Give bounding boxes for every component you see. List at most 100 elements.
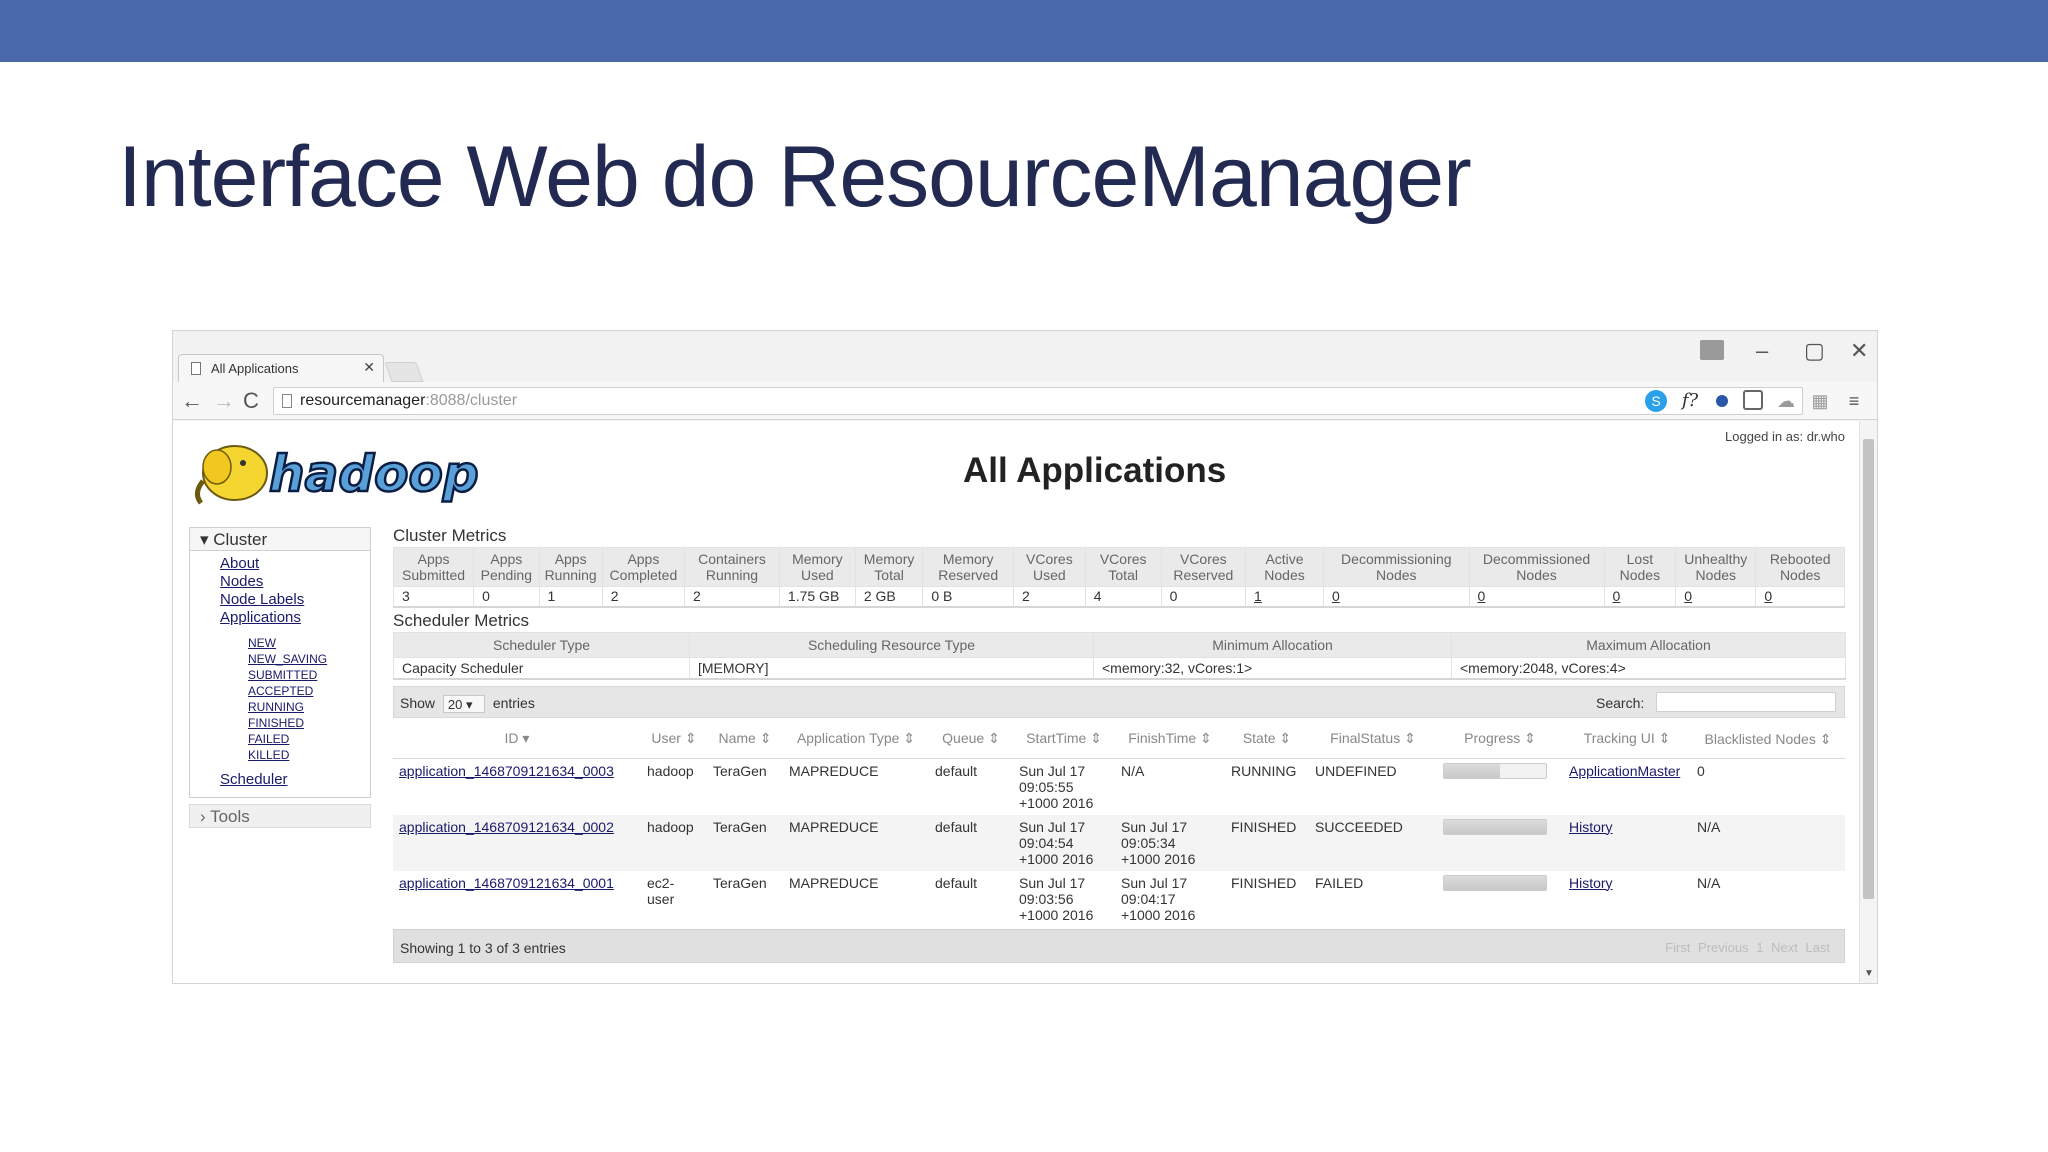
sidebar-link-about[interactable]: About <box>190 555 370 573</box>
column-header[interactable]: Progress ⇕ <box>1437 720 1563 759</box>
progress-bar <box>1443 762 1547 779</box>
column-header[interactable]: FinalStatus ⇕ <box>1309 720 1437 759</box>
sidebar-link-nodes[interactable]: Nodes <box>190 573 370 591</box>
sidebar-cluster-menu: About Nodes Node Labels Applications NEW… <box>189 551 371 798</box>
box-icon[interactable] <box>1743 390 1763 410</box>
reload-icon[interactable]: C <box>243 388 259 414</box>
metric-value: 4 <box>1084 586 1162 608</box>
entries-length-control: Show 20 ▾ entries <box>400 695 535 714</box>
sort-icon: ⇕ <box>1196 730 1212 747</box>
column-header[interactable]: ID ▾ <box>393 720 641 759</box>
entries-select[interactable]: 20 ▾ <box>442 695 485 714</box>
profile-icon[interactable] <box>1700 340 1724 360</box>
metric-header: Rebooted Nodes <box>1755 547 1845 587</box>
column-header[interactable]: Blacklisted Nodes ⇕ <box>1691 720 1845 759</box>
app-progress <box>1437 814 1563 871</box>
sidebar-cluster-toggle[interactable]: ▾ Cluster <box>189 527 371 551</box>
column-header[interactable]: FinishTime ⇕ <box>1115 720 1225 759</box>
cloud-icon[interactable]: ☁ <box>1775 390 1797 412</box>
metric-value[interactable]: 0 <box>1603 586 1677 608</box>
scroll-down-icon[interactable]: ▼ <box>1864 968 1874 979</box>
metric-value[interactable]: 0 <box>1323 586 1470 608</box>
metric-header: Memory Total <box>854 547 924 587</box>
sidebar-link-scheduler[interactable]: Scheduler <box>190 771 370 789</box>
app-name: TeraGen <box>707 758 783 815</box>
sort-icon: ⇕ <box>899 730 916 747</box>
tab-title: All Applications <box>211 361 299 376</box>
pagination[interactable]: First Previous 1 Next Last <box>1665 940 1830 955</box>
scheduler-metrics-title: Scheduler Metrics <box>393 610 530 630</box>
sidebar-state-killed[interactable]: KILLED <box>190 747 370 763</box>
search-label: Search: <box>1596 695 1645 711</box>
skype-icon[interactable]: S <box>1645 390 1667 412</box>
metric-header: Apps Completed <box>601 547 686 587</box>
column-header[interactable]: State ⇕ <box>1225 720 1309 759</box>
sidebar-state-new-saving[interactable]: NEW_SAVING <box>190 651 370 667</box>
app-tracking-ui: History <box>1563 814 1691 871</box>
scrollbar-thumb[interactable] <box>1863 439 1874 899</box>
extension-icon[interactable] <box>1711 390 1733 412</box>
app-queue: default <box>929 814 1013 871</box>
minimize-icon[interactable]: – <box>1756 334 1768 368</box>
datatable-info: Showing 1 to 3 of 3 entries <box>400 939 566 956</box>
menu-icon[interactable]: ≡ <box>1843 390 1865 412</box>
scheduler-header: Scheduling Resource Type <box>689 631 1094 658</box>
maximize-icon[interactable]: ▢ <box>1804 334 1825 368</box>
app-state: FINISHED <box>1225 870 1309 927</box>
metric-value: 1.75 GB <box>778 586 856 608</box>
column-header[interactable]: Name ⇕ <box>707 720 783 759</box>
metric-value[interactable]: 0 <box>1755 586 1845 608</box>
browser-tab[interactable]: All Applications ✕ <box>178 354 384 382</box>
sort-icon: ⇕ <box>1654 730 1671 747</box>
column-header[interactable]: Tracking UI ⇕ <box>1563 720 1691 759</box>
metric-value[interactable]: 0 <box>1468 586 1605 608</box>
page-scrollbar[interactable]: ▼ <box>1859 421 1877 983</box>
app-id-link[interactable]: application_1468709121634_0001 <box>399 875 614 891</box>
page-icon <box>191 362 201 375</box>
sidebar-link-node-labels[interactable]: Node Labels <box>190 591 370 609</box>
sidebar-state-running[interactable]: RUNNING <box>190 699 370 715</box>
table-row: application_1468709121634_0002 hadoop Tera… <box>393 814 1845 871</box>
close-window-icon[interactable]: ✕ <box>1850 334 1868 368</box>
sidebar-state-finished[interactable]: FINISHED <box>190 715 370 731</box>
scheduler-header: Scheduler Type <box>393 631 690 658</box>
column-header[interactable]: Queue ⇕ <box>929 720 1013 759</box>
new-tab-button[interactable] <box>384 362 424 382</box>
tracking-link[interactable]: History <box>1569 875 1613 891</box>
sidebar-state-submitted[interactable]: SUBMITTED <box>190 667 370 683</box>
column-header[interactable]: StartTime ⇕ <box>1013 720 1115 759</box>
metric-value: 0 <box>1160 586 1247 608</box>
app-id-cell: application_1468709121634_0003 <box>393 758 641 815</box>
sidebar-tools-toggle[interactable]: › Tools <box>189 804 371 828</box>
tracking-link[interactable]: ApplicationMaster <box>1569 763 1680 779</box>
search-input[interactable] <box>1656 692 1836 712</box>
progress-fill <box>1444 819 1546 834</box>
fx-icon[interactable]: f? <box>1679 390 1701 412</box>
sort-icon: ⇕ <box>755 730 772 747</box>
tracking-link[interactable]: History <box>1569 819 1613 835</box>
sidebar-link-applications[interactable]: Applications <box>190 609 370 627</box>
app-progress <box>1437 870 1563 927</box>
back-icon[interactable]: ← <box>181 388 203 414</box>
metric-value[interactable]: 0 <box>1675 586 1757 608</box>
address-bar[interactable]: resourcemanager:8088/cluster <box>273 387 1803 415</box>
grid-icon[interactable]: ▦ <box>1809 390 1831 412</box>
tab-close-icon[interactable]: ✕ <box>363 359 375 376</box>
forward-icon[interactable]: → <box>213 388 235 414</box>
app-id-link[interactable]: application_1468709121634_0002 <box>399 819 614 835</box>
table-row: application_1468709121634_0001 ec2-user Te… <box>393 870 1845 927</box>
metric-header: Lost Nodes <box>1603 547 1677 587</box>
sidebar-state-failed[interactable]: FAILED <box>190 731 370 747</box>
app-user: hadoop <box>641 758 707 815</box>
datatable-footer: Showing 1 to 3 of 3 entries First Previo… <box>393 928 1845 963</box>
sidebar-state-accepted[interactable]: ACCEPTED <box>190 683 370 699</box>
app-name: TeraGen <box>707 814 783 871</box>
column-header[interactable]: Application Type ⇕ <box>783 720 929 759</box>
slide-title: Interface Web do ResourceManager <box>118 129 1472 225</box>
metric-value[interactable]: 1 <box>1244 586 1325 608</box>
app-id-link[interactable]: application_1468709121634_0003 <box>399 763 614 779</box>
main-content: Cluster Metrics Apps Submitted Apps Pending… <box>392 525 1846 963</box>
app-final-status: SUCCEEDED <box>1309 814 1437 871</box>
sidebar-state-new[interactable]: NEW <box>190 635 370 651</box>
column-header[interactable]: User ⇕ <box>641 720 707 759</box>
